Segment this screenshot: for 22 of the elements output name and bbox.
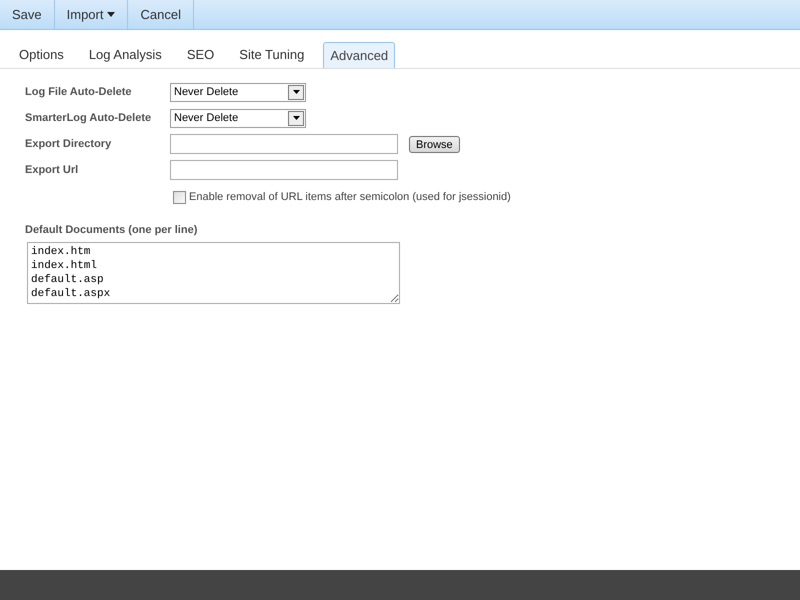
field-label: Export Directory — [25, 136, 112, 152]
checkbox-label: Enable removal of URL items after semicolon (used for jsessionid) — [189, 190, 511, 205]
field-label: Export Url — [25, 162, 80, 178]
tab[interactable]: SEO — [180, 42, 220, 68]
toolbar-button[interactable]: Cancel — [128, 0, 194, 29]
browse-button[interactable]: Browse — [409, 136, 460, 152]
tab[interactable]: Site Tuning — [233, 42, 310, 68]
documents-textarea[interactable]: index.htm index.html default.asp default.aspx — [27, 242, 400, 304]
toolbar-button[interactable]: Import — [54, 0, 128, 29]
field-label: Log File Auto-Delete — [25, 84, 133, 100]
caret-icon — [107, 12, 116, 17]
text-field[interactable] — [170, 160, 398, 180]
tab[interactable]: Log Analysis — [82, 42, 168, 68]
checkbox[interactable] — [173, 190, 186, 204]
toolbar-button[interactable]: Save — [0, 0, 55, 29]
dropdown[interactable]: Never Delete — [170, 108, 306, 128]
tab[interactable]: Advanced — [323, 42, 396, 68]
field-label: SmarterLog Auto-Delete — [25, 110, 152, 126]
tab[interactable]: Options — [13, 42, 70, 68]
text-field[interactable] — [170, 134, 398, 154]
dropdown[interactable]: Never Delete — [170, 82, 306, 102]
section-label: Default Documents (one per line) — [25, 222, 198, 238]
